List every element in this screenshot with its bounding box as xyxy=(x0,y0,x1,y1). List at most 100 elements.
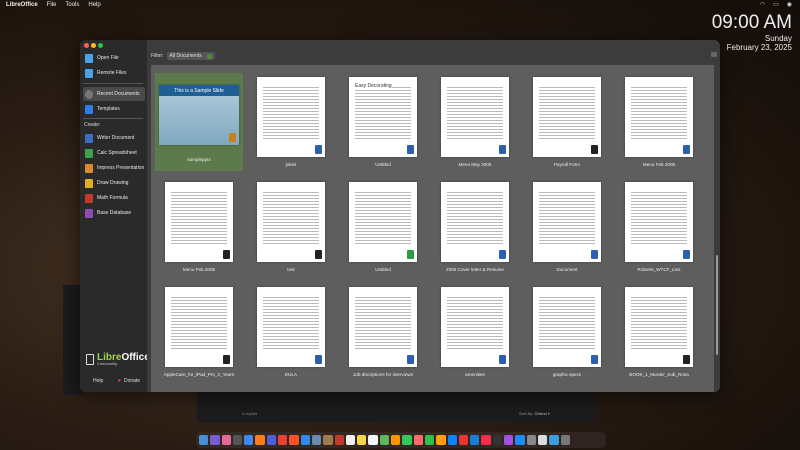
dock-app-icon[interactable] xyxy=(492,435,503,445)
remote-files-button[interactable]: Remote Files xyxy=(83,66,145,80)
sort-value[interactable]: Oldest xyxy=(534,411,546,416)
menu-tools[interactable]: Tools xyxy=(65,2,79,8)
document-name: test xyxy=(287,267,295,272)
recent-documents-button[interactable]: Recent Documents xyxy=(83,87,145,101)
document-name: jokes xyxy=(285,162,297,167)
dock-app-icon[interactable] xyxy=(391,435,401,445)
dock-app-icon[interactable] xyxy=(526,435,536,445)
recent-document-tile[interactable]: Job discriptions for interviews xyxy=(339,287,427,377)
recent-document-tile[interactable]: This is a Sample Slide samplepptx xyxy=(155,73,243,171)
impress-icon xyxy=(85,163,93,173)
open-file-label: Open File xyxy=(97,55,119,61)
recent-document-tile[interactable]: Untitled xyxy=(339,182,427,272)
dock-app-icon[interactable] xyxy=(345,435,356,445)
wifi-icon[interactable]: ◠ xyxy=(760,1,765,8)
base-icon xyxy=(85,208,93,218)
dock-app-icon[interactable] xyxy=(481,435,491,445)
dock-app-icon[interactable] xyxy=(413,435,423,445)
recent-document-tile[interactable]: graphic specs xyxy=(523,287,611,377)
menu-app-name[interactable]: LibreOffice xyxy=(6,2,38,8)
dock-app-icon[interactable] xyxy=(357,435,367,445)
dock-app-icon[interactable] xyxy=(199,435,209,445)
recent-document-tile[interactable]: amenities xyxy=(431,287,519,377)
recent-document-tile[interactable]: AppleCare_for_iPad_Pro_2_Years xyxy=(155,287,243,377)
recent-document-tile[interactable]: EULA xyxy=(247,287,335,377)
recent-document-tile[interactable]: Document xyxy=(523,182,611,272)
logo-office: Office xyxy=(121,352,150,363)
create-writer-document-button[interactable]: Writer Document xyxy=(83,131,145,145)
dock-app-icon[interactable] xyxy=(334,435,344,445)
recent-documents-pane: Filter: All Documents This is a Sample S… xyxy=(147,40,720,392)
dock-app-icon[interactable] xyxy=(368,435,378,445)
dock-app-icon[interactable] xyxy=(504,435,514,445)
dock-app-icon[interactable] xyxy=(424,435,435,445)
templates-button[interactable]: Templates xyxy=(83,102,145,116)
dock-app-icon[interactable] xyxy=(436,435,446,445)
create-draw-drawing-button[interactable]: Draw Drawing xyxy=(83,176,145,190)
close-button[interactable] xyxy=(84,43,89,48)
create-label: Create: xyxy=(84,122,101,128)
dock-app-icon[interactable] xyxy=(323,435,333,445)
scrollbar-thumb[interactable] xyxy=(716,255,718,355)
writer-file-icon xyxy=(499,145,506,154)
donate-button[interactable]: ♥ Donate xyxy=(118,378,140,384)
generic-file-icon xyxy=(223,250,230,259)
recent-document-tile[interactable]: test xyxy=(247,182,335,272)
background-app-window: 4 replies Sort By: Oldest ▾ xyxy=(197,390,595,423)
dock-app-icon[interactable] xyxy=(470,435,480,445)
dock-app-icon[interactable] xyxy=(311,435,322,445)
menu-file[interactable]: File xyxy=(47,2,57,8)
recent-document-tile[interactable]: Easy Decorating Untitled xyxy=(339,77,427,167)
scrollbar[interactable] xyxy=(716,65,719,385)
document-name: Menu Feb 2005 xyxy=(642,162,676,167)
create-math-formula-button[interactable]: Math Formula xyxy=(83,191,145,205)
dock-app-icon[interactable] xyxy=(278,435,288,445)
create-base-database-button[interactable]: Base Database xyxy=(83,206,145,220)
dock-app-icon[interactable] xyxy=(221,435,231,445)
zoom-button[interactable] xyxy=(98,43,103,48)
dock-app-icon[interactable] xyxy=(537,435,548,445)
dock-app-icon[interactable] xyxy=(402,435,412,445)
dock-app-icon[interactable] xyxy=(210,435,220,445)
document-name: Untitled xyxy=(375,162,391,167)
divider xyxy=(83,83,143,84)
dock-app-icon[interactable] xyxy=(515,435,525,445)
recent-document-tile[interactable]: Menu May 2005 xyxy=(431,77,519,167)
dock-app-icon[interactable] xyxy=(244,435,254,445)
menu-icon[interactable] xyxy=(711,52,717,57)
open-file-button[interactable]: Open File xyxy=(83,51,145,65)
control-center-icon[interactable]: ◉ xyxy=(787,1,792,8)
dock-app-icon[interactable] xyxy=(447,435,457,445)
help-button[interactable]: Help xyxy=(93,378,103,384)
dock-app-icon[interactable] xyxy=(549,435,559,445)
menu-help[interactable]: Help xyxy=(88,2,100,8)
recent-document-tile[interactable]: Menu Feb 2005 xyxy=(615,77,703,167)
recent-document-tile[interactable]: Payroll Form xyxy=(523,77,611,167)
dock-app-icon[interactable] xyxy=(255,435,265,445)
create-calc-spreadsheet-button[interactable]: Calc Spreadsheet xyxy=(83,146,145,160)
recent-document-tile[interactable]: 2005 Cover letter & Resume xyxy=(431,182,519,272)
battery-icon[interactable]: ▭ xyxy=(773,1,779,8)
doc-heading: Easy Decorating xyxy=(355,83,392,89)
slide-title: This is a Sample Slide xyxy=(174,88,224,94)
recent-document-tile[interactable]: Roberts_WTCF_Lies xyxy=(615,182,703,272)
minimize-button[interactable] xyxy=(91,43,96,48)
writer-file-icon xyxy=(315,355,322,364)
dock-app-icon[interactable] xyxy=(458,435,469,445)
dock-app-icon[interactable] xyxy=(266,435,277,445)
writer-file-icon xyxy=(407,355,414,364)
filter-select[interactable]: All Documents xyxy=(166,52,215,60)
dock-app-icon[interactable] xyxy=(560,435,570,445)
recent-document-tile[interactable]: jokes xyxy=(247,77,335,167)
sort-by[interactable]: Sort By: Oldest ▾ xyxy=(519,411,550,416)
dock-app-icon[interactable] xyxy=(232,435,243,445)
create-impress-presentation-button[interactable]: Impress Presentation xyxy=(83,161,145,175)
clock-time: 09:00 AM xyxy=(711,12,792,33)
dock-app-icon[interactable] xyxy=(379,435,390,445)
recent-document-tile[interactable]: Menu Feb 2005 xyxy=(155,182,243,272)
recent-document-tile[interactable]: BOOK_1_Murder_Sub_Rosa xyxy=(615,287,703,377)
status-icons: ◠ ▭ ◉ xyxy=(760,1,792,8)
dock-app-icon[interactable] xyxy=(300,435,310,445)
document-name: Payroll Form xyxy=(553,162,581,167)
dock-app-icon[interactable] xyxy=(289,435,299,445)
